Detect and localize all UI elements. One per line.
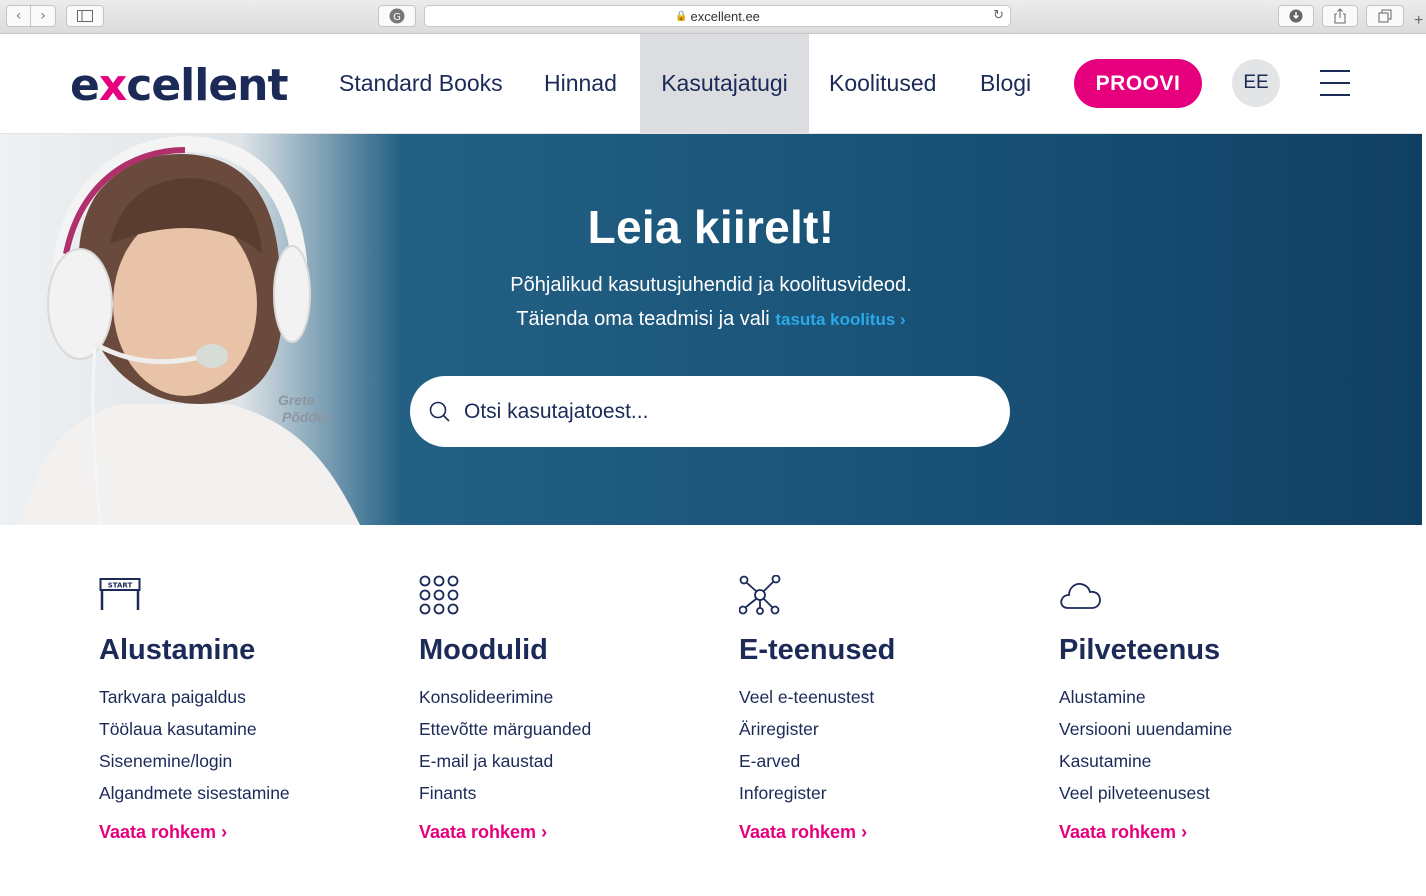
logo-text-suffix: cellent — [126, 60, 288, 111]
category-moodulid: Moodulid Konsolideerimine Ettevõtte märg… — [419, 575, 719, 843]
photo-caption-last: Põdder — [282, 409, 331, 425]
category-title: Moodulid — [419, 634, 548, 666]
photo-caption-first: Grete — [278, 392, 315, 408]
start-sign-icon: START — [99, 575, 399, 613]
nav-item-hinnad[interactable]: Hinnad — [525, 34, 636, 133]
grammarly-extension-button[interactable]: G — [378, 5, 416, 27]
network-icon — [738, 574, 1039, 615]
grammarly-icon: G — [389, 8, 405, 24]
category-link[interactable]: Konsolideerimine — [419, 681, 719, 713]
category-link[interactable]: Tarkvara paigaldus — [99, 681, 399, 713]
chevron-right-icon: › — [221, 822, 228, 842]
nav-item-blogi[interactable]: Blogi — [961, 34, 1050, 133]
category-pilveteenus: Pilveteenus Alustamine Versiooni uuendam… — [1059, 575, 1359, 843]
category-link[interactable]: Ettevõtte märguanded — [419, 713, 719, 745]
category-link[interactable]: Sisenemine/login — [99, 745, 399, 777]
nav-item-koolitused[interactable]: Koolitused — [810, 34, 955, 133]
category-link[interactable]: Inforegister — [739, 777, 1039, 809]
site-header: excellent Standard Books Hinnad Kasutaja… — [0, 34, 1422, 134]
nav-item-standard-books[interactable]: Standard Books — [320, 34, 522, 133]
category-link[interactable]: Finants — [419, 777, 719, 809]
category-link[interactable]: Alustamine — [1059, 681, 1359, 713]
category-link[interactable]: E-arved — [739, 745, 1039, 777]
see-more-link[interactable]: Vaata rohkem › — [1059, 822, 1359, 843]
see-more-link[interactable]: Vaata rohkem › — [739, 822, 1039, 843]
proovi-button[interactable]: PROOVI — [1074, 59, 1202, 108]
browser-toolbar: ‹ › G 🔒 excellent.ee ↻ + — [0, 0, 1426, 34]
search-input[interactable] — [462, 398, 986, 425]
see-more-label: Vaata rohkem — [739, 822, 857, 842]
category-title: Alustamine — [99, 634, 256, 666]
search-box[interactable] — [410, 376, 1010, 447]
forward-button[interactable]: › — [31, 5, 56, 27]
see-more-link[interactable]: Vaata rohkem › — [419, 822, 719, 843]
sidebar-icon — [77, 10, 93, 22]
tabs-icon — [1378, 9, 1392, 23]
category-link[interactable]: Algandmete sisestamine — [99, 777, 399, 809]
language-selector[interactable]: EE — [1232, 59, 1280, 107]
modules-grid-icon — [419, 575, 719, 615]
category-link[interactable]: Kasutamine — [1059, 745, 1359, 777]
free-training-link[interactable]: tasuta koolitus › — [775, 310, 905, 329]
see-more-label: Vaata rohkem — [99, 822, 217, 842]
logo-text-x: x — [98, 60, 127, 111]
svg-text:G: G — [393, 12, 401, 23]
menu-icon[interactable] — [1320, 70, 1350, 96]
tabs-overview-button[interactable] — [1366, 5, 1404, 27]
hero-banner: Grete Põdder Leia kiirelt! Põhjalikud ka… — [0, 134, 1422, 525]
chevron-right-icon: › — [1181, 822, 1188, 842]
category-e-teenused: E-teenused Veel e-teenustest Äriregister… — [738, 574, 1039, 843]
chevron-right-icon: › — [900, 310, 906, 329]
hero-subtitle-text: Täienda oma teadmisi ja vali — [516, 308, 770, 330]
category-title: E-teenused — [739, 634, 896, 666]
category-link[interactable]: Äriregister — [739, 713, 1039, 745]
reload-icon[interactable]: ↻ — [993, 8, 1004, 23]
share-icon — [1334, 8, 1346, 24]
free-training-link-label: tasuta koolitus — [775, 310, 896, 329]
hero-subtitle-line2: Täienda oma teadmisi ja vali tasuta kool… — [0, 308, 1422, 331]
cloud-icon — [1059, 575, 1359, 613]
download-icon — [1289, 9, 1303, 23]
category-link[interactable]: Töölaua kasutamine — [99, 713, 399, 745]
logo-text-prefix: e — [70, 60, 100, 111]
see-more-link[interactable]: Vaata rohkem › — [99, 822, 399, 843]
downloads-button[interactable] — [1278, 5, 1314, 27]
address-bar[interactable]: 🔒 excellent.ee ↻ — [424, 5, 1011, 27]
photo-caption: Grete Põdder — [278, 392, 330, 426]
see-more-label: Vaata rohkem — [419, 822, 537, 842]
lock-icon: 🔒 — [675, 10, 688, 22]
category-link[interactable]: Veel e-teenustest — [739, 681, 1039, 713]
category-title: Pilveteenus — [1059, 634, 1221, 666]
category-alustamine: START Alustamine Tarkvara paigaldus Tööl… — [99, 575, 399, 843]
nav-item-kasutajatugi[interactable]: Kasutajatugi — [640, 34, 809, 133]
svg-text:START: START — [108, 582, 133, 590]
url-text: excellent.ee — [690, 8, 760, 24]
share-button[interactable] — [1322, 5, 1358, 27]
excellent-logo[interactable]: excellent — [70, 60, 289, 111]
back-button[interactable]: ‹ — [6, 5, 31, 27]
category-link[interactable]: Versiooni uuendamine — [1059, 713, 1359, 745]
hero-subtitle-line1: Põhjalikud kasutusjuhendid ja koolitusvi… — [510, 274, 912, 296]
sidebar-toggle-button[interactable] — [66, 5, 104, 27]
chevron-right-icon: › — [861, 822, 868, 842]
category-link[interactable]: E-mail ja kaustad — [419, 745, 719, 777]
new-tab-icon[interactable]: + — [1414, 12, 1426, 34]
category-link[interactable]: Veel pilveteenusest — [1059, 777, 1359, 809]
hero-title: Leia kiirelt! — [587, 201, 835, 253]
chevron-right-icon: › — [541, 822, 548, 842]
see-more-label: Vaata rohkem — [1059, 822, 1177, 842]
search-icon — [429, 401, 450, 422]
